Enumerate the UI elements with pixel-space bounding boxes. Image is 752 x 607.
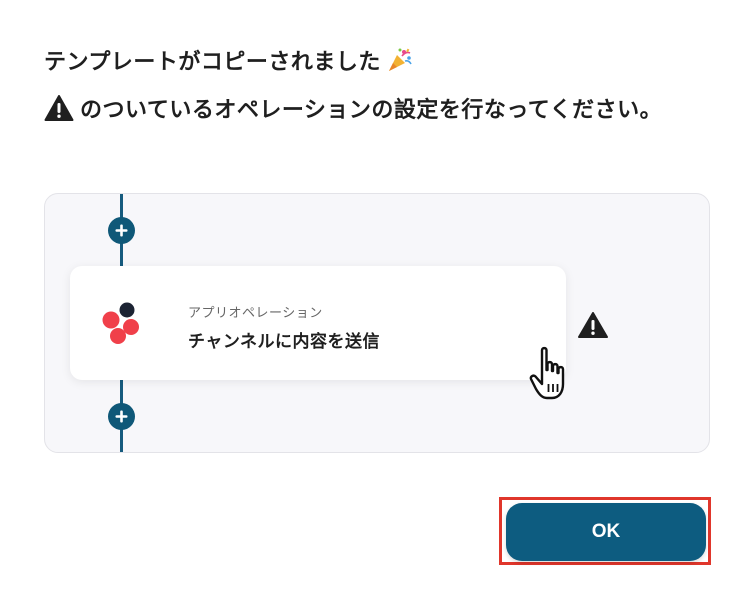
operation-card[interactable]: アプリオペレーション チャンネルに内容を送信 bbox=[70, 266, 566, 400]
flow-preview-panel: アプリオペレーション チャンネルに内容を送信 bbox=[44, 193, 710, 453]
warning-icon bbox=[44, 94, 74, 122]
add-step-button-top[interactable] bbox=[108, 217, 135, 244]
plus-icon bbox=[115, 224, 128, 237]
app-logo-icon bbox=[98, 300, 144, 346]
dialog-subtitle: のついているオペレーションの設定を行なってください。 bbox=[80, 98, 663, 123]
party-popper-icon bbox=[387, 47, 413, 73]
add-step-button-bottom[interactable] bbox=[108, 403, 135, 430]
dialog-title-row: テンプレートがコピーされました bbox=[44, 44, 413, 76]
ok-button[interactable]: OK bbox=[506, 503, 706, 561]
operation-warning-icon bbox=[577, 311, 609, 339]
operation-title: チャンネルに内容を送信 bbox=[188, 332, 380, 352]
hand-pointer-icon bbox=[528, 346, 572, 402]
dialog-subtitle-row: のついているオペレーションの設定を行なってください。 bbox=[44, 92, 662, 124]
dialog-title: テンプレートがコピーされました bbox=[44, 50, 381, 75]
plus-icon bbox=[115, 410, 128, 423]
template-copied-dialog: テンプレートがコピーされました のついているオペレーションの設定を行なってくださ… bbox=[0, 0, 752, 607]
operation-type-label: アプリオペレーション bbox=[188, 306, 323, 321]
